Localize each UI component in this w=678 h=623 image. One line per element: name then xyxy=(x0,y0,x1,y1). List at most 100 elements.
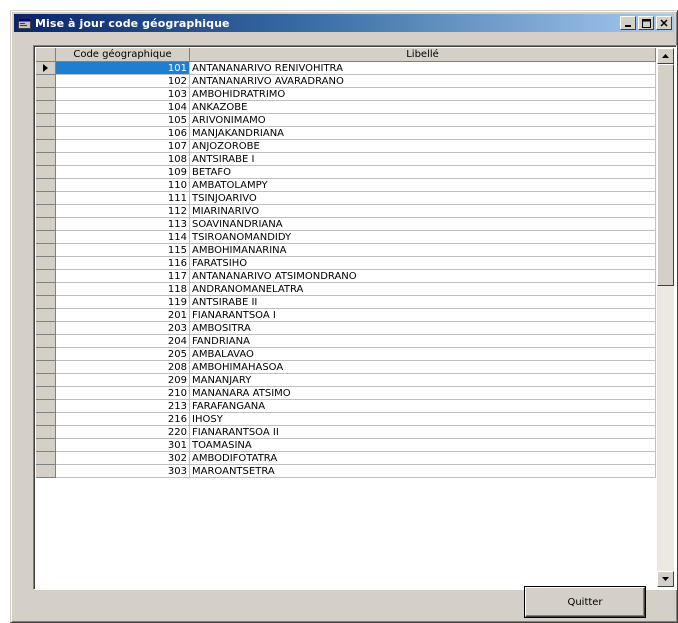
cell-libelle[interactable]: ANTANANARIVO RENIVOHITRA xyxy=(190,62,656,75)
cell-libelle[interactable]: ANTANANARIVO AVARADRANO xyxy=(190,75,656,88)
cell-libelle[interactable]: AMBOHIMAHASOA xyxy=(190,361,656,374)
table-row[interactable]: 102 ANTANANARIVO AVARADRANO xyxy=(36,75,656,88)
cell-libelle[interactable]: SOAVINANDRIANA xyxy=(190,218,656,231)
table-row[interactable]: 303 MAROANTSETRA xyxy=(36,465,656,478)
column-header-code[interactable]: Code géographique xyxy=(56,48,190,62)
minimize-icon[interactable] xyxy=(620,16,636,30)
cell-code[interactable]: 208 xyxy=(56,361,190,374)
row-selector[interactable] xyxy=(36,88,56,101)
row-selector[interactable] xyxy=(36,452,56,465)
table-row[interactable]: 301 TOAMASINA xyxy=(36,439,656,452)
cell-code[interactable]: 203 xyxy=(56,322,190,335)
row-selector[interactable] xyxy=(36,101,56,114)
cell-libelle[interactable]: MIARINARIVO xyxy=(190,205,656,218)
row-selector[interactable] xyxy=(36,413,56,426)
row-selector[interactable] xyxy=(36,231,56,244)
cell-code[interactable]: 107 xyxy=(56,140,190,153)
row-selector[interactable] xyxy=(36,192,56,205)
row-selector[interactable] xyxy=(36,127,56,140)
cell-code[interactable]: 110 xyxy=(56,179,190,192)
table-row[interactable]: 213 FARAFANGANA xyxy=(36,400,656,413)
app-icon[interactable] xyxy=(17,16,31,30)
cell-libelle[interactable]: MANJAKANDRIANA xyxy=(190,127,656,140)
table-row[interactable]: 115 AMBOHIMANARINA xyxy=(36,244,656,257)
cell-code[interactable]: 115 xyxy=(56,244,190,257)
cell-code[interactable]: 117 xyxy=(56,270,190,283)
cell-code[interactable]: 210 xyxy=(56,387,190,400)
cell-libelle[interactable]: AMBOSITRA xyxy=(190,322,656,335)
table-row[interactable]: 101 ANTANANARIVO RENIVOHITRA xyxy=(36,62,656,75)
table-row[interactable]: 117 ANTANANARIVO ATSIMONDRANO xyxy=(36,270,656,283)
cell-libelle[interactable]: AMBOHIMANARINA xyxy=(190,244,656,257)
row-selector[interactable] xyxy=(36,218,56,231)
row-selector[interactable] xyxy=(36,374,56,387)
row-selector[interactable] xyxy=(36,244,56,257)
cell-libelle[interactable]: FIANARANTSOA I xyxy=(190,309,656,322)
cell-code[interactable]: 104 xyxy=(56,101,190,114)
cell-code[interactable]: 113 xyxy=(56,218,190,231)
row-selector[interactable] xyxy=(36,439,56,452)
row-selector[interactable] xyxy=(36,296,56,309)
row-selector[interactable] xyxy=(36,283,56,296)
row-selector[interactable] xyxy=(36,335,56,348)
cell-code[interactable]: 112 xyxy=(56,205,190,218)
table-row[interactable]: 107 ANJOZOROBE xyxy=(36,140,656,153)
row-selector[interactable] xyxy=(36,361,56,374)
cell-code[interactable]: 108 xyxy=(56,153,190,166)
cell-code[interactable]: 303 xyxy=(56,465,190,478)
cell-code[interactable]: 106 xyxy=(56,127,190,140)
cell-libelle[interactable]: ANTSIRABE II xyxy=(190,296,656,309)
cell-libelle[interactable]: FANDRIANA xyxy=(190,335,656,348)
row-selector[interactable] xyxy=(36,322,56,335)
table-row[interactable]: 108 ANTSIRABE I xyxy=(36,153,656,166)
close-icon[interactable] xyxy=(656,16,672,30)
table-row[interactable]: 109 BETAFO xyxy=(36,166,656,179)
table-row[interactable]: 216 IHOSY xyxy=(36,413,656,426)
cell-code[interactable]: 102 xyxy=(56,75,190,88)
cell-code[interactable]: 111 xyxy=(56,192,190,205)
table-row[interactable]: 105 ARIVONIMAMO xyxy=(36,114,656,127)
cell-libelle[interactable]: ANTSIRABE I xyxy=(190,153,656,166)
row-selector[interactable] xyxy=(36,387,56,400)
cell-libelle[interactable]: TSINJOARIVO xyxy=(190,192,656,205)
cell-libelle[interactable]: MANANJARY xyxy=(190,374,656,387)
row-selector[interactable] xyxy=(36,426,56,439)
cell-code[interactable]: 201 xyxy=(56,309,190,322)
cell-libelle[interactable]: FARATSIHO xyxy=(190,257,656,270)
cell-libelle[interactable]: IHOSY xyxy=(190,413,656,426)
table-row[interactable]: 113 SOAVINANDRIANA xyxy=(36,218,656,231)
table-row[interactable]: 106 MANJAKANDRIANA xyxy=(36,127,656,140)
cell-code[interactable]: 119 xyxy=(56,296,190,309)
cell-libelle[interactable]: MANANARA ATSIMO xyxy=(190,387,656,400)
row-selector[interactable] xyxy=(36,348,56,361)
table-row[interactable]: 204 FANDRIANA xyxy=(36,335,656,348)
table-row[interactable]: 114 TSIROANOMANDIDY xyxy=(36,231,656,244)
cell-libelle[interactable]: ANKAZOBE xyxy=(190,101,656,114)
table-row[interactable]: 103 AMBOHIDRATRIMO xyxy=(36,88,656,101)
scrollbar-thumb[interactable] xyxy=(657,64,674,286)
row-selector[interactable] xyxy=(36,309,56,322)
row-selector[interactable] xyxy=(36,205,56,218)
cell-code[interactable]: 116 xyxy=(56,257,190,270)
quit-button[interactable]: Quitter xyxy=(525,587,645,617)
scroll-down-icon[interactable] xyxy=(657,571,674,587)
column-header-libelle[interactable]: Libellé xyxy=(190,48,656,62)
cell-code[interactable]: 216 xyxy=(56,413,190,426)
cell-libelle[interactable]: FARAFANGANA xyxy=(190,400,656,413)
row-selector[interactable] xyxy=(36,62,56,75)
cell-libelle[interactable]: ANJOZOROBE xyxy=(190,140,656,153)
maximize-icon[interactable] xyxy=(638,16,654,30)
row-selector[interactable] xyxy=(36,465,56,478)
table-row[interactable]: 116 FARATSIHO xyxy=(36,257,656,270)
row-selector[interactable] xyxy=(36,166,56,179)
cell-code[interactable]: 220 xyxy=(56,426,190,439)
cell-libelle[interactable]: TSIROANOMANDIDY xyxy=(190,231,656,244)
title-bar[interactable]: Mise à jour code géographique xyxy=(14,14,674,32)
row-selector[interactable] xyxy=(36,140,56,153)
cell-code[interactable]: 118 xyxy=(56,283,190,296)
row-selector[interactable] xyxy=(36,114,56,127)
cell-code[interactable]: 204 xyxy=(56,335,190,348)
cell-libelle[interactable]: AMBOHIDRATRIMO xyxy=(190,88,656,101)
cell-libelle[interactable]: AMBODIFOTATRA xyxy=(190,452,656,465)
vertical-scrollbar[interactable] xyxy=(657,48,674,587)
